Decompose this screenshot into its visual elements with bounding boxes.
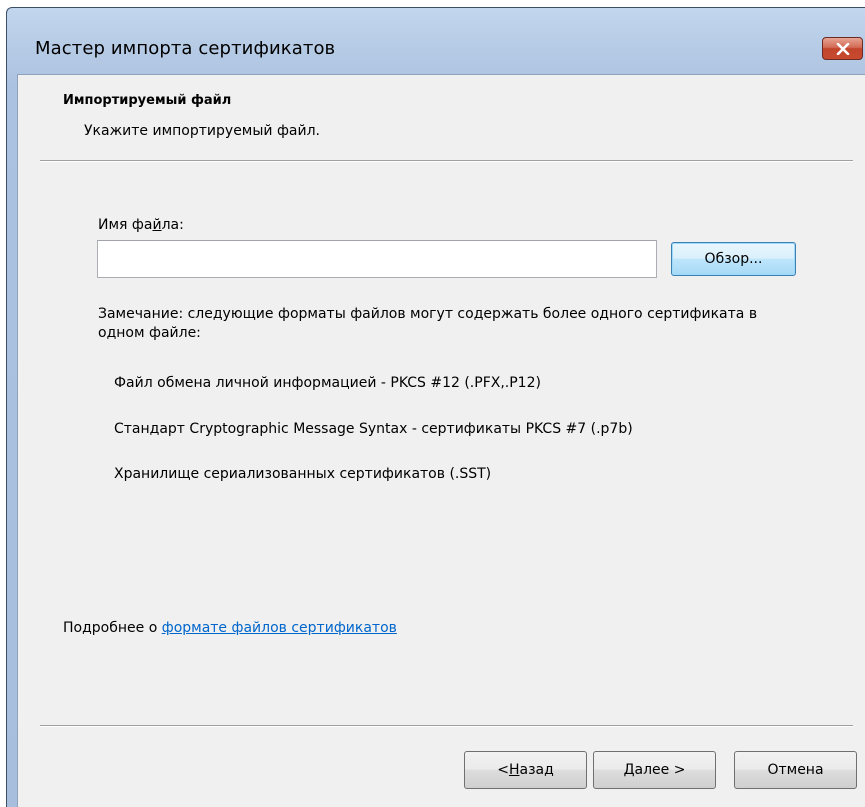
browse-button[interactable]: Обзор... — [671, 242, 796, 276]
file-name-label: Имя файла: — [98, 217, 184, 233]
footer-separator — [40, 725, 853, 727]
back-button[interactable]: < Назад — [464, 751, 587, 789]
format-item-sst: Хранилище сериализованных сертификатов (… — [114, 466, 492, 482]
next-button-label-part: алее > — [634, 762, 686, 778]
file-name-input[interactable] — [97, 240, 657, 278]
wizard-client-area: Импортируемый файл Укажите импортируемый… — [17, 74, 865, 807]
back-button-label-part: < — [497, 762, 509, 778]
window-title: Мастер импорта сертификатов — [35, 38, 336, 59]
title-bar[interactable]: Мастер импорта сертификатов — [7, 8, 865, 74]
header-separator — [40, 160, 853, 162]
close-button[interactable] — [822, 37, 863, 60]
cancel-button[interactable]: Отмена — [734, 751, 857, 789]
next-button-mnemonic: Д — [623, 762, 635, 778]
file-name-label-mnemonic: й — [152, 217, 162, 233]
more-info-text: Подробнее о формате файлов сертификатов — [63, 620, 397, 636]
certificate-formats-link[interactable]: формате файлов сертификатов — [162, 620, 397, 636]
format-item-pfx: Файл обмена личной информацией - PKCS #1… — [114, 375, 541, 391]
page-title: Импортируемый файл — [63, 93, 232, 108]
file-name-label-part: ла: — [161, 217, 184, 233]
back-button-label-part: азад — [519, 762, 554, 778]
back-button-mnemonic: Н — [508, 762, 520, 778]
certificate-import-wizard-window: Мастер импорта сертификатов Импортируемы… — [6, 7, 865, 807]
page-subtitle: Укажите импортируемый файл. — [84, 123, 321, 139]
more-info-prefix: Подробнее о — [63, 620, 162, 636]
wizard-header: Импортируемый файл Укажите импортируемый… — [18, 75, 865, 157]
file-name-label-part: Имя фа — [98, 217, 153, 233]
close-icon — [836, 42, 850, 55]
format-item-p7b: Стандарт Cryptographic Message Syntax - … — [114, 421, 633, 437]
next-button[interactable]: Далее > — [593, 751, 716, 789]
formats-note: Замечание: следующие форматы файлов могу… — [98, 306, 758, 341]
